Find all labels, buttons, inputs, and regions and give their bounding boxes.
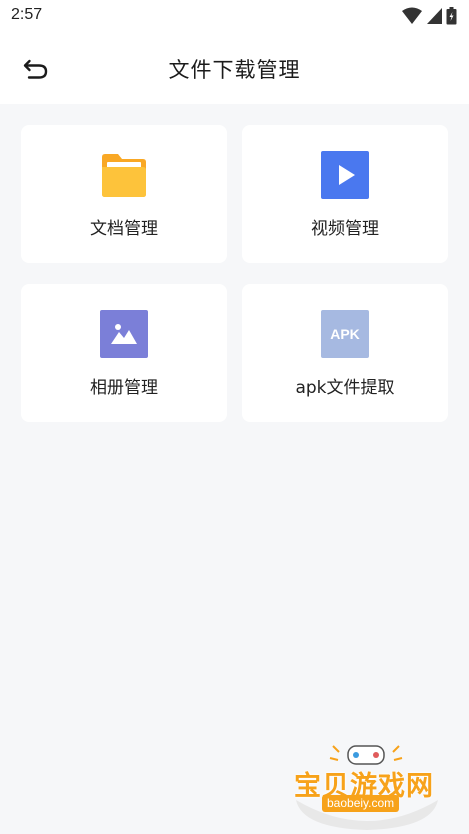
battery-icon <box>446 7 457 25</box>
status-bar: 2:57 <box>0 0 469 32</box>
documents-card[interactable]: 文档管理 <box>21 125 227 263</box>
wifi-icon <box>402 7 422 24</box>
header: 文件下载管理 <box>0 32 469 104</box>
photo-album-card[interactable]: 相册管理 <box>21 284 227 422</box>
videos-card[interactable]: 视频管理 <box>242 125 448 263</box>
status-time: 2:57 <box>11 6 43 23</box>
video-play-icon <box>321 151 369 199</box>
watermark-url: baobeiy.com <box>322 795 400 812</box>
photo-album-icon <box>100 310 148 358</box>
page-title: 文件下载管理 <box>168 58 301 82</box>
status-icons <box>402 6 457 26</box>
svg-text:APK: APK <box>330 326 360 342</box>
photo-album-label: 相册管理 <box>90 378 158 398</box>
signal-icon <box>427 8 442 24</box>
apk-extract-label: apk文件提取 <box>295 378 395 398</box>
folder-icon <box>102 154 146 197</box>
apk-icon: APK <box>321 310 369 358</box>
videos-label: 视频管理 <box>311 219 379 239</box>
apk-extract-card[interactable]: APK apk文件提取 <box>242 284 448 422</box>
documents-label: 文档管理 <box>90 219 158 239</box>
watermark-logo: 宝贝游戏网 baobeiy.com <box>292 742 442 832</box>
